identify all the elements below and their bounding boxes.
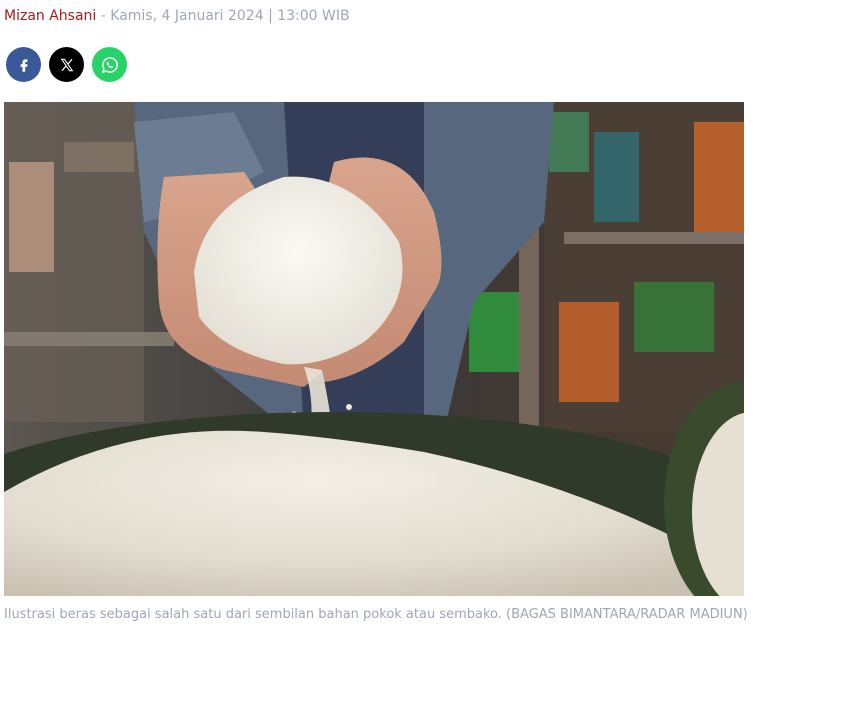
whatsapp-share-button[interactable] xyxy=(92,47,127,82)
x-icon xyxy=(60,58,73,71)
facebook-icon xyxy=(20,58,28,72)
article-byline: Mizan Ahsani - Kamis, 4 Januari 2024 | 1… xyxy=(4,6,350,26)
publish-datetime: Kamis, 4 Januari 2024 | 13:00 WIB xyxy=(110,8,350,24)
rice-photo-illustration xyxy=(4,102,744,596)
share-bar xyxy=(6,47,127,82)
photo-caption: Ilustrasi beras sebagai salah satu dari … xyxy=(4,607,748,622)
facebook-share-button[interactable] xyxy=(6,47,41,82)
byline-separator: - xyxy=(96,8,111,24)
article-photo xyxy=(4,102,744,596)
author-link[interactable]: Mizan Ahsani xyxy=(4,8,96,24)
whatsapp-icon xyxy=(101,56,118,73)
x-share-button[interactable] xyxy=(49,47,84,82)
